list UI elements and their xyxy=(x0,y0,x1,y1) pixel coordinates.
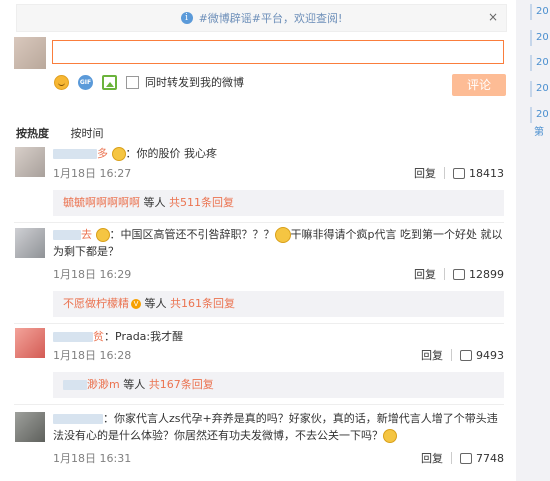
sub-reply-count-link[interactable]: 共161条回复 xyxy=(170,297,235,310)
sub-reply-summary[interactable]: 不愿做柠檬精 V 等人 共161条回复 xyxy=(53,291,504,317)
comment-input[interactable] xyxy=(52,40,504,64)
year-link[interactable]: 20 xyxy=(530,4,549,20)
my-avatar xyxy=(14,37,46,69)
comment-time: 1月18日 16:28 xyxy=(53,349,132,362)
image-icon[interactable] xyxy=(102,74,117,90)
sync-repost-label: 同时转发到我的微博 xyxy=(145,76,244,89)
sort-by-time-tab[interactable]: 按时间 xyxy=(71,127,104,140)
like-icon[interactable] xyxy=(460,452,472,464)
emoji-icon[interactable] xyxy=(54,74,69,90)
avatar[interactable] xyxy=(15,328,45,358)
gif-icon[interactable]: GIF xyxy=(78,74,93,90)
sync-repost-checkbox[interactable] xyxy=(126,75,139,89)
notice-text[interactable]: #微博辟谣#平台，欢迎查阅! xyxy=(199,10,343,26)
comment-body: 多 ：你的股价 我心疼 xyxy=(53,145,504,162)
sub-reply-count-link[interactable]: 共511条回复 xyxy=(169,196,234,209)
year-link[interactable]: 20 xyxy=(530,81,549,97)
year-link[interactable]: 第 xyxy=(530,125,544,141)
comment-body: 去 ：中国区高管还不引咎辞职？？？ 干嘛非得请个疯p代言 吃到第一个好处 就以为剩… xyxy=(53,227,503,258)
like-icon[interactable] xyxy=(453,167,465,179)
like-count: 18413 xyxy=(469,166,504,180)
avatar[interactable] xyxy=(15,412,45,442)
sub-reply-user[interactable]: 毓毓啊啊啊啊啊 xyxy=(63,196,140,209)
reply-button[interactable]: 回复 xyxy=(414,165,436,181)
comment-time: 1月18日 16:27 xyxy=(53,167,132,180)
verified-badge-icon: V xyxy=(131,299,141,309)
like-icon[interactable] xyxy=(460,349,472,361)
comment-meta: 1月18日 16:28 回复 9493 xyxy=(53,347,504,363)
year-link[interactable]: 20 xyxy=(530,55,549,71)
divider xyxy=(14,404,504,405)
username[interactable] xyxy=(53,332,93,342)
comment-text: Prada:我才醒 xyxy=(115,330,184,343)
comment-panel: i #微博辟谣#平台，欢迎查阅! × GIF 同时转发到我的微博 评论 按热度 … xyxy=(0,0,516,481)
comment-body: ：你家代言人zs代孕+弃养是真的吗？好家伙，真的话，新增代言人增了个带头违法没有… xyxy=(53,412,498,443)
username[interactable] xyxy=(53,230,81,240)
composer-toolbar: GIF 同时转发到我的微博 xyxy=(54,74,244,90)
sub-reply-user[interactable]: 不愿做柠檬精 xyxy=(63,297,129,310)
comment-time: 1月18日 16:31 xyxy=(53,452,132,465)
emoji-icon xyxy=(274,227,291,243)
emoji-icon xyxy=(383,429,397,443)
sort-by-hot-tab[interactable]: 按热度 xyxy=(16,127,49,140)
sub-reply-count-link[interactable]: 共167条回复 xyxy=(149,378,214,391)
comment-meta: 1月18日 16:27 回复 18413 xyxy=(53,165,504,181)
like-icon[interactable] xyxy=(453,268,465,280)
avatar[interactable] xyxy=(15,147,45,177)
sub-reply-summary[interactable]: 毓毓啊啊啊啊啊 等人 共511条回复 xyxy=(53,190,504,216)
comment-text: 你家代言人zs代孕+弃养是真的吗？好家伙，真的话，新增代言人增了个带头违法没有心… xyxy=(53,412,498,442)
divider xyxy=(14,323,504,324)
year-link[interactable]: 20 xyxy=(530,107,549,123)
like-count: 9493 xyxy=(476,348,504,362)
submit-comment-button[interactable]: 评论 xyxy=(452,74,506,96)
reply-button[interactable]: 回复 xyxy=(414,266,436,282)
year-link[interactable]: 20 xyxy=(530,30,549,46)
emoji-icon xyxy=(111,147,126,161)
username[interactable] xyxy=(53,149,97,159)
comment-text: 中国区高管还不引咎辞职？？？ xyxy=(120,228,275,241)
rumor-notice-bar: i #微博辟谣#平台，欢迎查阅! × xyxy=(16,4,507,32)
like-count: 12899 xyxy=(469,267,504,281)
sort-tabs: 按热度 按时间 xyxy=(16,125,122,141)
sub-reply-user[interactable]: 渺渺m xyxy=(87,378,120,391)
right-sidebar: 20 20 20 20 20 第 xyxy=(516,0,550,481)
username[interactable] xyxy=(53,414,103,424)
comment-time: 1月18日 16:29 xyxy=(53,268,132,281)
reply-button[interactable]: 回复 xyxy=(421,347,443,363)
reply-button[interactable]: 回复 xyxy=(421,450,443,466)
comment-meta: 1月18日 16:29 回复 12899 xyxy=(53,266,504,282)
divider xyxy=(14,222,504,223)
comment-body: 贫：Prada:我才醒 xyxy=(53,328,504,345)
close-icon[interactable]: × xyxy=(488,10,498,24)
comment-meta: 1月18日 16:31 回复 7748 xyxy=(53,450,504,466)
info-icon: i xyxy=(180,12,193,24)
sub-reply-summary[interactable]: 渺渺m 等人 共167条回复 xyxy=(53,372,504,398)
like-count: 7748 xyxy=(476,451,504,465)
comment-text: 你的股价 我心疼 xyxy=(136,147,218,160)
emoji-icon xyxy=(95,228,110,242)
avatar[interactable] xyxy=(15,228,45,258)
